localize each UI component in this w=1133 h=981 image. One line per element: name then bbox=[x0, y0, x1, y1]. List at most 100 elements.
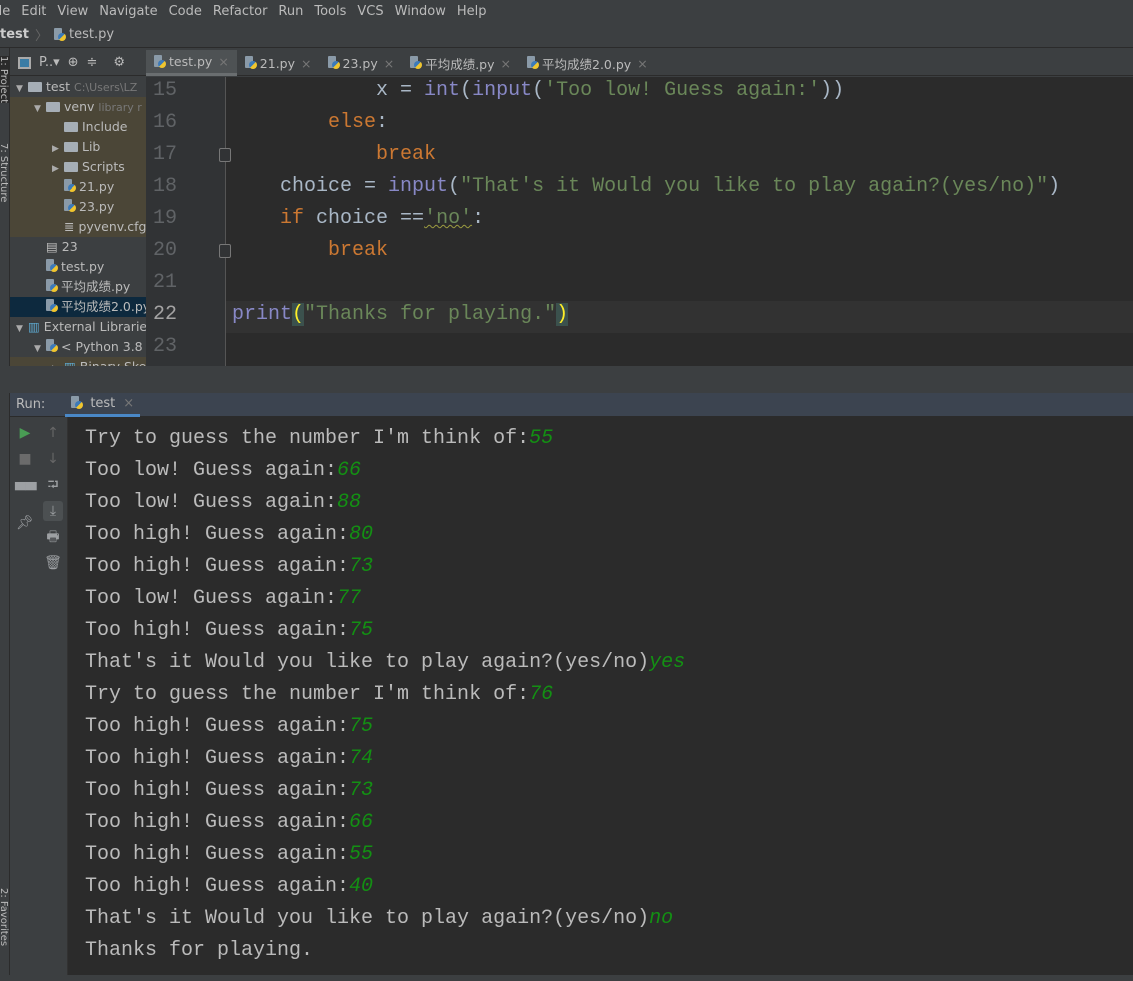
code-line: break bbox=[232, 237, 1132, 269]
trash-icon[interactable]: 🗑 bbox=[43, 553, 63, 573]
tree-item[interactable]: 21.py bbox=[10, 177, 146, 197]
text-file-icon: ▤ bbox=[46, 239, 62, 254]
python-icon bbox=[71, 396, 84, 410]
close-icon[interactable]: × bbox=[384, 56, 394, 71]
tree-item[interactable]: ▼ < Python 3.8 ( bbox=[10, 337, 146, 357]
breadcrumb-file[interactable]: test.py bbox=[69, 27, 114, 42]
tree-item[interactable]: ▶ Scripts bbox=[10, 157, 146, 177]
editor-tab[interactable]: 平均成绩2.0.py × bbox=[519, 50, 656, 76]
folder-icon bbox=[64, 142, 78, 152]
tree-item-label: Lib bbox=[82, 139, 101, 154]
menu-item-3[interactable]: Navigate bbox=[99, 4, 157, 19]
code-token: "That's it Would you like to play again?… bbox=[460, 175, 1049, 198]
close-icon[interactable]: × bbox=[637, 56, 647, 71]
menu-item-6[interactable]: Run bbox=[278, 4, 303, 19]
code-token: int bbox=[424, 79, 461, 102]
expand-arrow-icon[interactable]: ▶ bbox=[52, 139, 64, 159]
down-arrow-icon[interactable]: ↓ bbox=[43, 449, 63, 469]
close-icon[interactable]: × bbox=[301, 56, 311, 71]
breadcrumb-project[interactable]: test bbox=[0, 27, 29, 42]
code-token: ( bbox=[448, 175, 461, 198]
code-token: 'no' bbox=[424, 207, 473, 230]
project-tool-button[interactable]: 1: Project bbox=[0, 56, 9, 104]
console-line: Too high! Guess again:75 bbox=[85, 617, 373, 649]
menu-item-10[interactable]: Help bbox=[457, 4, 487, 19]
divider bbox=[0, 366, 1133, 393]
editor-tab[interactable]: 21.py × bbox=[237, 50, 320, 76]
close-icon[interactable]: × bbox=[501, 56, 511, 71]
tree-item-label: External Libraries bbox=[43, 319, 146, 334]
editor-tab[interactable]: 23.py × bbox=[320, 50, 403, 76]
rerun-icon[interactable]: ▶ bbox=[15, 423, 35, 443]
settings-gear-icon[interactable]: ⚙ bbox=[113, 55, 125, 70]
console-prompt: Too high! Guess again: bbox=[85, 747, 350, 770]
tree-item[interactable]: test.py bbox=[10, 257, 146, 277]
expand-arrow-icon[interactable]: ▼ bbox=[16, 79, 28, 99]
user-input: 75 bbox=[349, 715, 374, 738]
editor-tab[interactable]: test.py × bbox=[146, 50, 237, 76]
expand-arrow-icon[interactable]: ▶ bbox=[52, 159, 64, 179]
fold-icon[interactable] bbox=[219, 244, 231, 258]
tree-item[interactable]: Include bbox=[10, 117, 146, 137]
python-file-icon bbox=[46, 259, 58, 273]
collapse-all-icon[interactable]: ≑ bbox=[87, 55, 98, 70]
line-number: 16 bbox=[153, 111, 178, 134]
console-prompt: Too low! Guess again: bbox=[85, 491, 338, 514]
python-file-icon bbox=[327, 56, 340, 70]
tree-item[interactable]: ▤ 23 bbox=[10, 237, 146, 257]
tree-item[interactable]: ▼ test C:\Users\LZ bbox=[10, 77, 146, 97]
menu-item-5[interactable]: Refactor bbox=[213, 4, 268, 19]
print-icon[interactable]: 🖶 bbox=[43, 527, 63, 547]
pin-icon[interactable]: 📌︎ bbox=[15, 513, 35, 533]
tree-item[interactable]: 平均成绩2.0.py bbox=[10, 297, 146, 317]
console-line: Too low! Guess again:77 bbox=[85, 585, 361, 617]
menu-item-0[interactable]: ile bbox=[0, 4, 10, 19]
folder-icon bbox=[64, 162, 78, 172]
menu-item-8[interactable]: VCS bbox=[357, 4, 383, 19]
scroll-to-end-icon[interactable]: ⤓ bbox=[43, 501, 63, 521]
expand-arrow-icon[interactable]: ▼ bbox=[34, 99, 46, 119]
line-number: 20 bbox=[153, 239, 178, 262]
layout-icon[interactable]: ▀▀ bbox=[15, 481, 37, 501]
console-line: Too high! Guess again:55 bbox=[85, 841, 373, 873]
stop-icon[interactable]: ■ bbox=[15, 449, 35, 469]
console-line: That's it Would you like to play again?(… bbox=[85, 649, 685, 681]
close-icon[interactable]: × bbox=[218, 54, 228, 69]
code-editor[interactable]: 15 16 17 18 19 20 21 22 23 x = int(input('Too lo… bbox=[146, 77, 1133, 366]
menu-item-2[interactable]: View bbox=[57, 4, 88, 19]
code-token: ( bbox=[532, 79, 545, 102]
tree-item-label: Include bbox=[82, 119, 128, 134]
favorites-tool-button[interactable]: 2: Favorites bbox=[0, 888, 9, 946]
python-file-icon bbox=[244, 56, 257, 70]
soft-wrap-icon[interactable]: ⮒ bbox=[43, 475, 63, 495]
tree-item[interactable]: 23.py bbox=[10, 197, 146, 217]
fold-icon[interactable] bbox=[219, 148, 231, 162]
console-output[interactable]: Try to guess the number I'm think of:55 T… bbox=[68, 417, 1133, 975]
tree-item[interactable]: 平均成绩.py bbox=[10, 277, 146, 297]
code-token: choice == bbox=[304, 207, 425, 230]
structure-tool-button[interactable]: 7: Structure bbox=[0, 143, 9, 202]
editor-tab[interactable]: 平均成绩.py × bbox=[402, 50, 519, 76]
console-prompt: Too low! Guess again: bbox=[85, 587, 338, 610]
run-tab-test[interactable]: test × bbox=[65, 393, 141, 417]
breadcrumb: test 〉 test.py bbox=[0, 22, 1133, 48]
close-icon[interactable]: × bbox=[123, 396, 134, 411]
menu-item-1[interactable]: Edit bbox=[21, 4, 46, 19]
user-input: 76 bbox=[529, 683, 554, 706]
left-tool-strip: 1: Project 7: Structure 2: Favorites bbox=[0, 48, 10, 981]
menu-item-7[interactable]: Tools bbox=[314, 4, 346, 19]
expand-arrow-icon[interactable]: ▼ bbox=[34, 339, 46, 359]
tree-item[interactable]: ▶ Lib bbox=[10, 137, 146, 157]
up-arrow-icon[interactable]: ↑ bbox=[43, 423, 63, 443]
console-prompt: Try to guess the number I'm think of: bbox=[85, 427, 530, 450]
expand-arrow-icon[interactable]: ▼ bbox=[16, 319, 28, 339]
project-view-selector[interactable]: P..▾ bbox=[39, 55, 60, 70]
tree-item[interactable]: ≣ pyvenv.cfg bbox=[10, 217, 146, 237]
tree-item[interactable]: ▼ ▥ External Libraries bbox=[10, 317, 146, 337]
menu-item-9[interactable]: Window bbox=[395, 4, 446, 19]
locate-icon[interactable]: ⊕ bbox=[68, 55, 79, 70]
folder-icon bbox=[28, 82, 42, 92]
tree-item[interactable]: ▼ venv library r bbox=[10, 97, 146, 117]
menu-item-4[interactable]: Code bbox=[169, 4, 202, 19]
user-input: 77 bbox=[337, 587, 362, 610]
